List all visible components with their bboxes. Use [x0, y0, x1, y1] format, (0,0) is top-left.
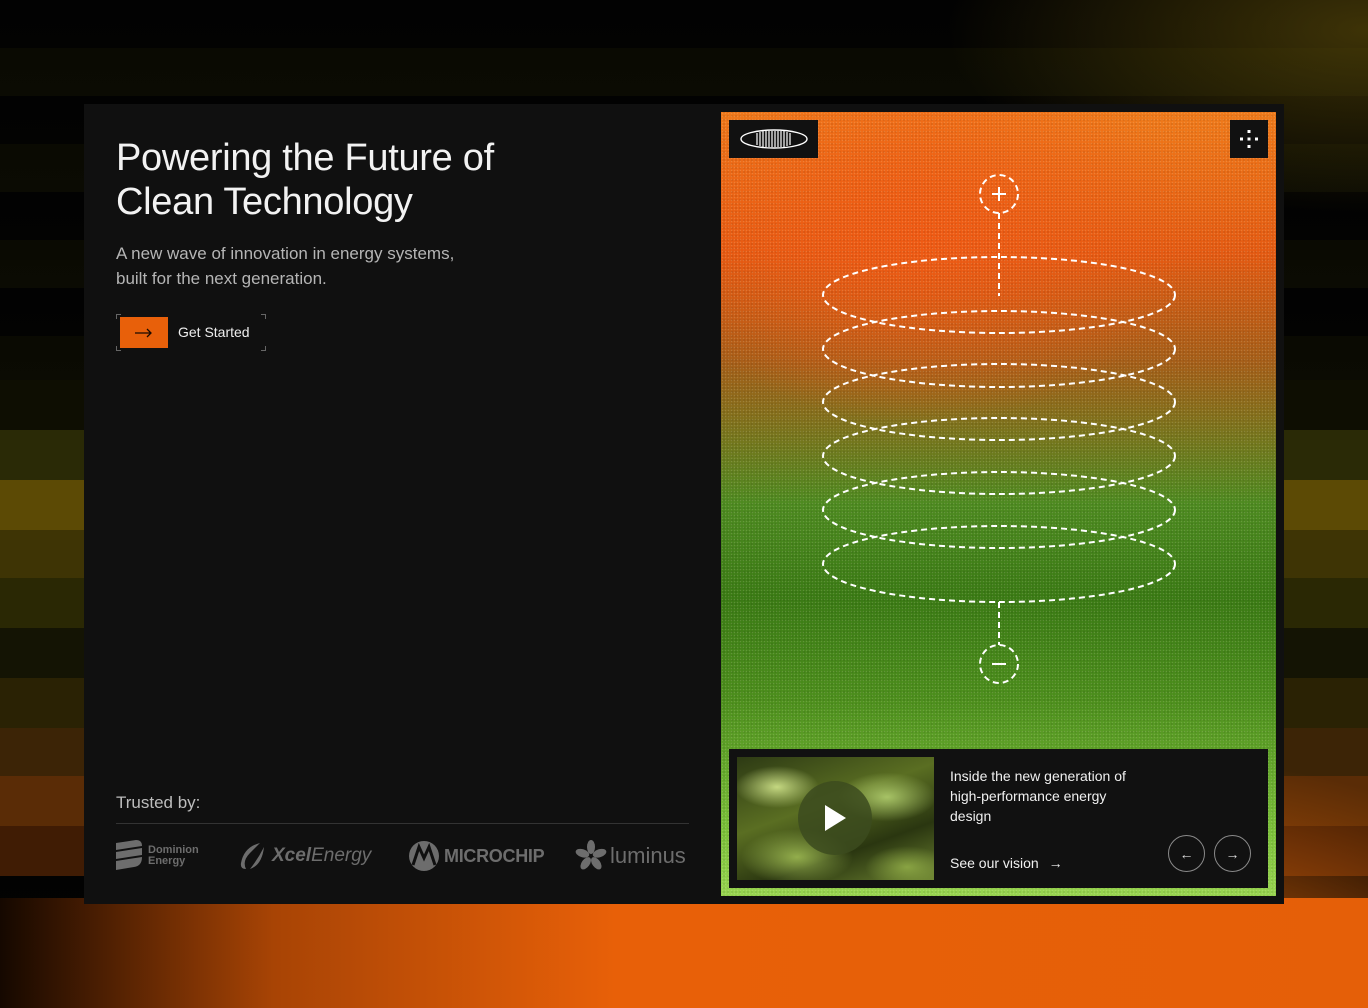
microchip-logo: MICROCHIP [408, 838, 545, 874]
hero-left: Powering the Future of Clean Technology … [84, 104, 721, 904]
link-label: See our vision [950, 855, 1039, 871]
luminus-text: luminus [610, 843, 686, 868]
feature-title: Inside the new generation of high-perfor… [950, 768, 1126, 824]
dominion-energy-text: Dominion Energy [148, 845, 199, 867]
grid-dots-icon [1240, 130, 1258, 148]
divider [116, 823, 689, 824]
logo-line: Energy [148, 855, 186, 867]
arrow-right-icon: → [1225, 845, 1240, 862]
video-thumbnail[interactable] [737, 757, 934, 880]
next-button[interactable]: → [1214, 835, 1251, 872]
feature-card: Inside the new generation of high-perfor… [729, 749, 1268, 888]
menu-button[interactable] [1230, 120, 1268, 158]
corner-bracket [261, 314, 266, 319]
cell-ring [822, 525, 1176, 603]
bg-bottom-band [0, 898, 1368, 1008]
luminus-logo: luminus [574, 838, 686, 874]
hero-title: Powering the Future of Clean Technology [116, 137, 494, 223]
arrow-right-icon [120, 317, 168, 348]
brand-badge [729, 120, 818, 158]
hero-card: Powering the Future of Clean Technology … [84, 104, 1284, 904]
coil-logo-icon [739, 129, 808, 149]
dominion-mark-icon [116, 840, 142, 870]
play-icon [825, 805, 846, 831]
xcel-swoosh-icon [240, 843, 264, 869]
arrow-left-icon: ← [1179, 845, 1194, 862]
hero-subtitle: A new wave of innovation in energy syste… [116, 244, 455, 288]
logo-rest: Energy [311, 845, 372, 866]
dominion-energy-logo: Dominion Energy [116, 838, 199, 874]
partner-logos: Dominion Energy XcelEnergy MICROCHIP lum… [116, 838, 689, 874]
visual-panel: Inside the new generation of high-perfor… [721, 112, 1276, 896]
plus-icon [992, 187, 1006, 201]
get-started-button[interactable]: Get Started [116, 314, 266, 351]
xcel-energy-logo: XcelEnergy [238, 838, 371, 874]
trusted-by-label: Trusted by: [116, 793, 201, 812]
corner-bracket [261, 346, 266, 351]
xcel-energy-text: XcelEnergy [272, 845, 371, 867]
arrow-right-icon: → [1048, 855, 1063, 871]
previous-button[interactable]: ← [1168, 835, 1205, 872]
luminus-pinwheel-icon [575, 840, 607, 870]
logo-bold: Xcel [272, 845, 312, 866]
microchip-mark-icon [409, 841, 439, 871]
see-our-vision-link[interactable]: See our vision → [950, 855, 1063, 871]
microchip-text: MICROCHIP [444, 845, 545, 866]
get-started-label: Get Started [178, 324, 250, 340]
play-button[interactable] [798, 781, 872, 855]
